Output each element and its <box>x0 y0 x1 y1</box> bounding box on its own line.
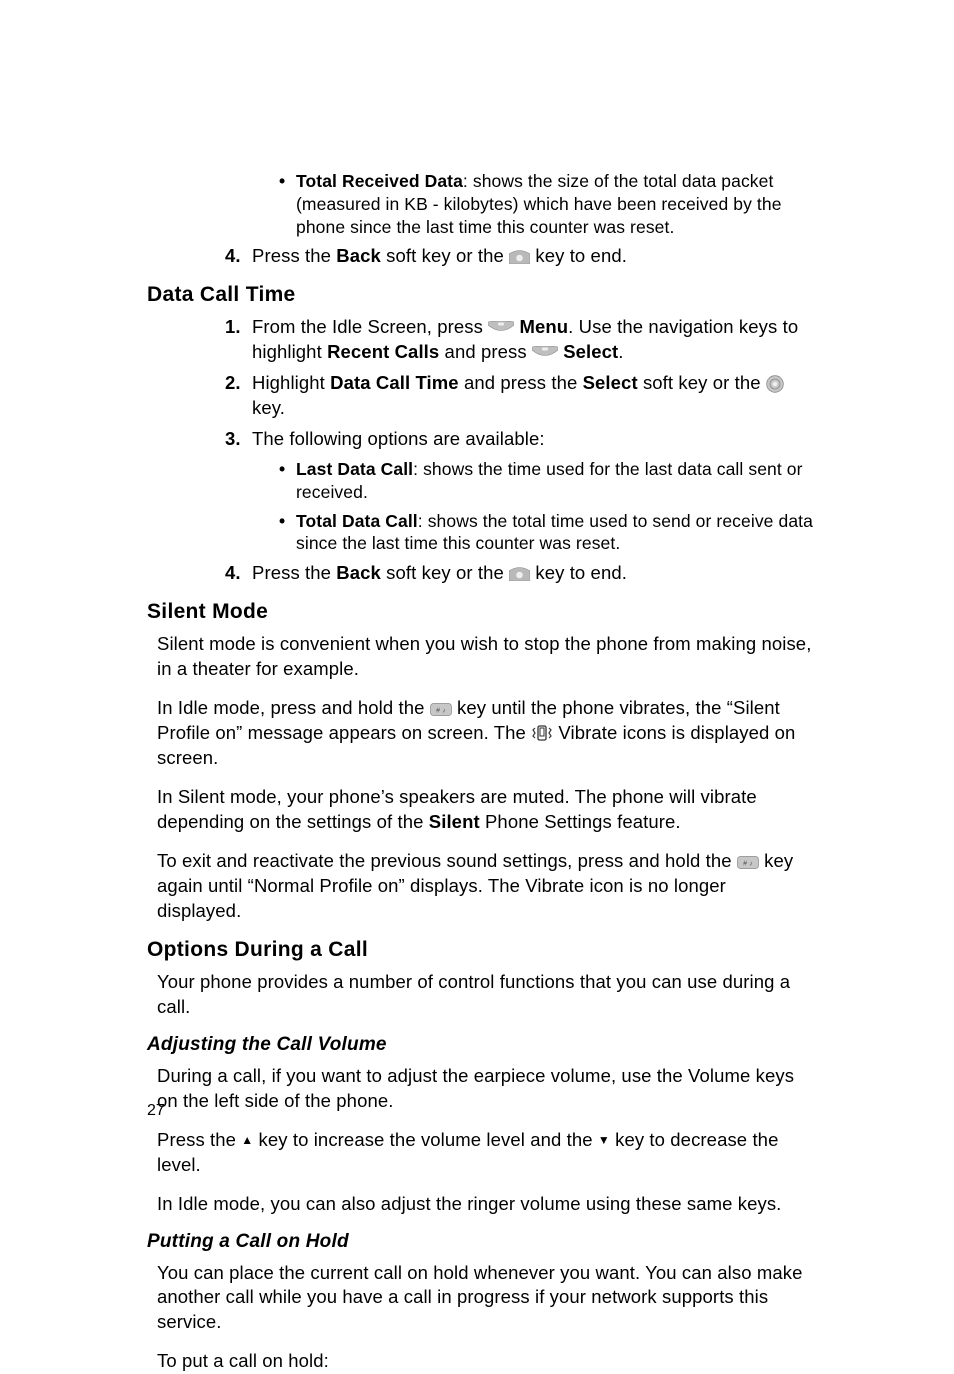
bullet-last-data-call: •Last Data Call: shows the time used for… <box>279 458 814 504</box>
vibrate-icon <box>531 724 553 742</box>
step-text: From the Idle Screen, press <box>252 316 488 337</box>
hold-p2: To put a call on hold: <box>157 1349 814 1374</box>
heading-data-call-time: Data Call Time <box>147 283 814 307</box>
ok-key-icon <box>766 375 784 393</box>
step-text: Press the <box>252 562 336 583</box>
step-text: . <box>618 341 623 362</box>
step-number: 1. <box>225 315 252 340</box>
dct-step-4: 4.Press the Back soft key or the key to … <box>225 561 814 586</box>
menu-label: Menu <box>519 316 568 337</box>
hash-key-icon: # ♪ <box>737 856 759 869</box>
data-call-time-label: Data Call Time <box>330 372 459 393</box>
text: Press the <box>157 1129 241 1150</box>
step-text-1: Press the <box>252 245 336 266</box>
end-key-icon <box>509 567 530 581</box>
step-text: and press <box>439 341 532 362</box>
step-text: The following options are available: <box>252 428 545 449</box>
dct-step-2: 2.Highlight Data Call Time and press the… <box>225 371 814 421</box>
bullet-marker: • <box>279 458 296 481</box>
heading-putting-call-on-hold: Putting a Call on Hold <box>147 1231 814 1253</box>
bullet-label: Last Data Call <box>296 459 413 479</box>
svg-text:# ♪: # ♪ <box>436 707 446 714</box>
volume-p3: In Idle mode, you can also adjust the ri… <box>157 1192 814 1217</box>
manual-page: •Total Received Data: shows the size of … <box>0 0 954 1319</box>
bullet-total-data-call: •Total Data Call: shows the total time u… <box>279 510 814 556</box>
step-number: 2. <box>225 371 252 396</box>
back-label: Back <box>336 562 381 583</box>
text: To exit and reactivate the previous soun… <box>157 850 737 871</box>
text: Phone Settings feature. <box>480 811 681 832</box>
step-number: 4. <box>225 244 252 269</box>
dct-step-1: 1.From the Idle Screen, press Menu. Use … <box>225 315 814 365</box>
step-text: soft key or the <box>638 372 766 393</box>
volume-p1: During a call, if you want to adjust the… <box>157 1064 814 1114</box>
bullet-marker: • <box>279 510 296 533</box>
hash-key-icon: # ♪ <box>430 703 452 716</box>
silent-p3: In Silent mode, your phone’s speakers ar… <box>157 785 814 835</box>
bullet-marker: • <box>279 170 296 193</box>
step-number: 3. <box>225 427 252 452</box>
page-number: 27 <box>147 1102 165 1120</box>
volume-p2: Press the ▲ key to increase the volume l… <box>157 1128 814 1178</box>
bullet-label: Total Received Data <box>296 171 463 191</box>
svg-text:# ♪: # ♪ <box>743 860 753 867</box>
step-back-end-1: 4.Press the Back soft key or the key to … <box>225 244 814 269</box>
step-number: 4. <box>225 561 252 586</box>
step-text: soft key or the <box>381 562 509 583</box>
heading-adjusting-volume: Adjusting the Call Volume <box>147 1034 814 1056</box>
text: key to increase the volume level and the <box>253 1129 598 1150</box>
bullet-total-received-data: •Total Received Data: shows the size of … <box>279 170 814 238</box>
softkey-icon <box>532 346 558 359</box>
silent-p2: In Idle mode, press and hold the # ♪ key… <box>157 696 814 771</box>
down-arrow-icon: ▼ <box>598 1133 610 1147</box>
text: In Idle mode, press and hold the <box>157 697 430 718</box>
select-label: Select <box>563 341 618 362</box>
silent-p1: Silent mode is convenient when you wish … <box>157 632 814 682</box>
step-text: and press the <box>459 372 583 393</box>
step-text: key. <box>252 397 285 418</box>
bullet-label: Total Data Call <box>296 511 418 531</box>
hold-p1: You can place the current call on hold w… <box>157 1261 814 1336</box>
heading-options-during-call: Options During a Call <box>147 938 814 962</box>
softkey-icon <box>488 321 514 334</box>
step-text: Highlight <box>252 372 330 393</box>
step-text-2: soft key or the <box>381 245 509 266</box>
silent-bold: Silent <box>429 811 480 832</box>
end-key-icon <box>509 250 530 264</box>
select-label: Select <box>583 372 638 393</box>
recent-calls-label: Recent Calls <box>327 341 439 362</box>
back-label: Back <box>336 245 381 266</box>
up-arrow-icon: ▲ <box>241 1133 253 1147</box>
dct-step-3: 3.The following options are available: <box>225 427 814 452</box>
step-text-3: key to end. <box>530 245 627 266</box>
silent-p4: To exit and reactivate the previous soun… <box>157 849 814 924</box>
step-text: key to end. <box>530 562 627 583</box>
heading-silent-mode: Silent Mode <box>147 600 814 624</box>
options-p1: Your phone provides a number of control … <box>157 970 814 1020</box>
